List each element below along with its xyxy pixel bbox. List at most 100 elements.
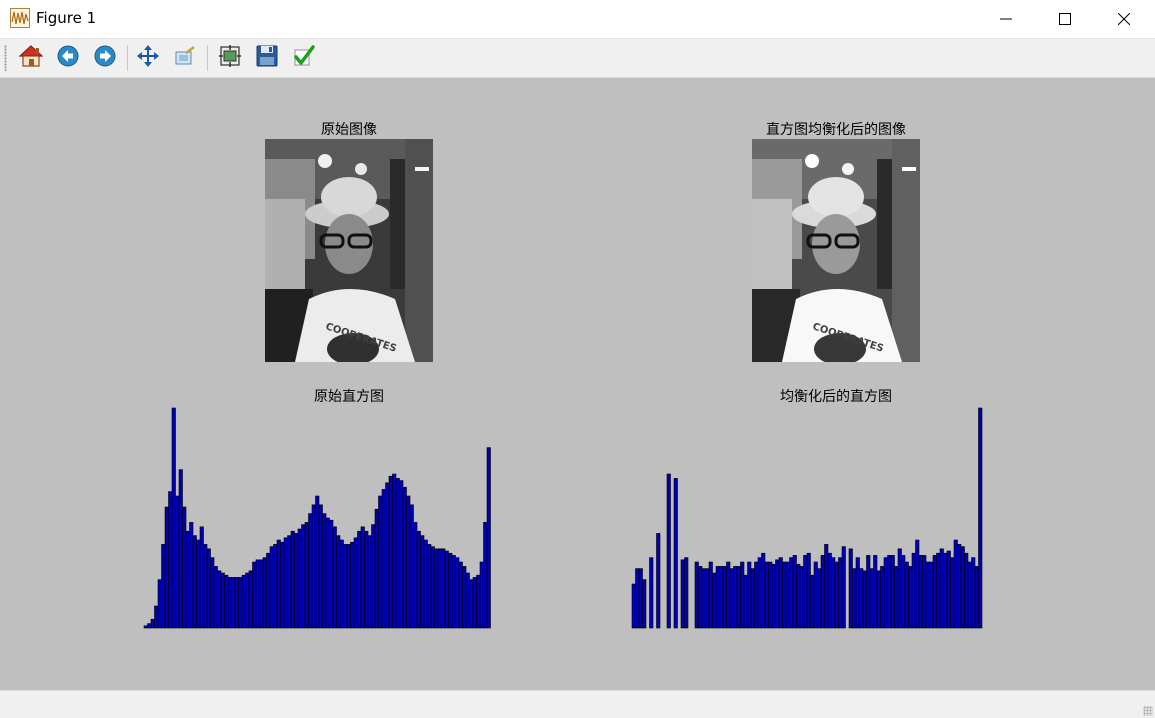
minimize-button[interactable]: [977, 0, 1035, 38]
navigation-toolbar: [0, 39, 1155, 78]
histogram-bar: [698, 566, 703, 629]
histogram-bar: [918, 555, 923, 629]
histogram-bar: [631, 583, 636, 629]
histogram-bar: [252, 561, 257, 629]
histogram-bar: [922, 555, 927, 629]
histogram-bar: [915, 539, 920, 629]
histogram-bar: [420, 535, 425, 629]
histogram-bar: [901, 555, 906, 629]
histogram-bar: [701, 568, 706, 629]
histogram-bar: [308, 513, 313, 629]
resize-grip[interactable]: [1143, 706, 1153, 716]
histogram-bar: [476, 574, 481, 629]
forward-button[interactable]: [90, 43, 120, 73]
histogram-bar: [175, 495, 180, 629]
maximize-button[interactable]: [1036, 0, 1094, 38]
histogram-bar: [157, 579, 162, 629]
histogram-bar: [203, 544, 208, 629]
equalized-histogram-chart: [631, 407, 983, 629]
toolbar-grip[interactable]: [4, 45, 7, 71]
histogram-bar: [785, 561, 790, 629]
histogram-bar: [143, 625, 148, 629]
zoom-rect-icon: [173, 44, 197, 72]
histogram-bar: [712, 572, 717, 629]
subplots-config-icon: [218, 44, 242, 72]
histogram-bar: [406, 495, 411, 629]
histogram-bar: [939, 548, 944, 629]
histogram-bar: [782, 561, 787, 629]
histogram-bar: [904, 561, 909, 629]
histogram-bar: [182, 506, 187, 629]
histogram-bar: [332, 526, 337, 629]
histogram-bar: [276, 539, 281, 629]
histogram-bar: [880, 566, 885, 629]
floppy-disk-icon: [255, 44, 279, 72]
histogram-bar: [269, 546, 274, 629]
histogram-bar: [761, 552, 766, 629]
histogram-bar: [294, 533, 299, 629]
histogram-bar: [736, 566, 741, 629]
zoom-button[interactable]: [170, 43, 200, 73]
histogram-bar: [322, 513, 327, 629]
histogram-bar: [831, 557, 836, 629]
histogram-bar: [852, 568, 857, 629]
histogram-bar: [841, 546, 846, 629]
histogram-bar: [168, 491, 173, 629]
histogram-bar: [656, 533, 661, 629]
histogram-bar: [694, 561, 699, 629]
back-button[interactable]: [53, 43, 83, 73]
histogram-bar: [750, 568, 755, 629]
histogram-bar: [192, 535, 197, 629]
pan-button[interactable]: [133, 43, 163, 73]
histogram-bar: [810, 574, 815, 629]
subplot-title-equalized-histogram: 均衡化后的直方图: [780, 389, 892, 405]
histogram-bar: [339, 539, 344, 629]
histogram-bar: [754, 561, 759, 629]
histogram-bar: [827, 552, 832, 629]
histogram-bar: [960, 546, 965, 629]
histogram-bar: [673, 478, 678, 629]
histogram-bar: [943, 552, 948, 629]
histogram-bar: [385, 482, 390, 629]
edit-params-button[interactable]: [289, 43, 319, 73]
histogram-bar: [280, 541, 285, 629]
histogram-bar: [705, 568, 710, 629]
histogram-bar: [964, 552, 969, 629]
histogram-bar: [402, 486, 407, 629]
histogram-bar: [883, 557, 888, 629]
histogram-bar: [364, 530, 369, 629]
histogram-bar: [472, 577, 477, 629]
histogram-bar: [747, 561, 752, 629]
histogram-bar: [862, 570, 867, 629]
histogram-bar: [869, 568, 874, 629]
figure-canvas[interactable]: 原始图像 COOPERATES 直方图均衡化后的图像 COOPERATES 原始…: [0, 78, 1155, 690]
histogram-bar: [479, 561, 484, 629]
histogram-bar: [638, 568, 643, 629]
close-button[interactable]: [1095, 0, 1153, 38]
histogram-bar: [848, 548, 853, 629]
histogram-bar: [887, 555, 892, 629]
histogram-bar: [367, 535, 372, 629]
histogram-bar: [483, 522, 488, 629]
histogram-bar: [255, 559, 260, 629]
subplots-button[interactable]: [215, 43, 245, 73]
histogram-bar: [266, 552, 271, 629]
histogram-bar: [245, 572, 250, 629]
histogram-bar: [395, 478, 400, 629]
histogram-bar: [820, 555, 825, 629]
histogram-bar: [925, 561, 930, 629]
histogram-bar: [287, 535, 292, 629]
save-button[interactable]: [252, 43, 282, 73]
histogram-bar: [154, 605, 159, 629]
histogram-bar: [206, 548, 211, 629]
histogram-bar: [199, 526, 204, 629]
home-button[interactable]: [16, 43, 46, 73]
histogram-bar: [273, 544, 278, 629]
histogram-bar: [381, 489, 386, 629]
histogram-bar: [803, 555, 808, 629]
histogram-bar: [726, 561, 731, 629]
subplot-title-original-image: 原始图像: [321, 122, 377, 138]
histogram-bar: [147, 623, 152, 629]
histogram-bar: [416, 530, 421, 629]
arrow-right-icon: [93, 44, 117, 72]
